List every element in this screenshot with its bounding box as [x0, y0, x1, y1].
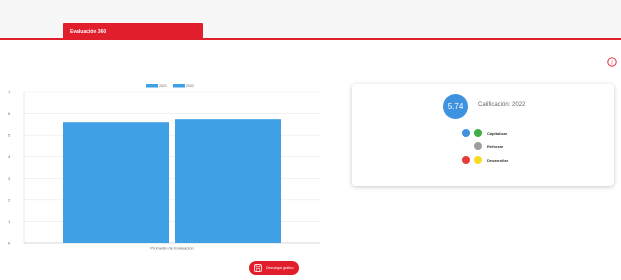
green-dot-icon — [474, 129, 482, 137]
bar-2021 — [63, 122, 169, 243]
y-tick-label: 5 — [8, 133, 11, 138]
gray-dot-icon — [474, 142, 482, 150]
legend-swatch-2022 — [173, 84, 185, 88]
legend-row-capitalizar: Capitalizar — [462, 129, 507, 137]
legend-label-2021: 2021 — [159, 84, 167, 88]
x-tick-label: Promedio de Evaluación — [150, 246, 193, 251]
top-bar: Evaluación 360 — [0, 0, 621, 40]
tab-evaluacion-360[interactable]: Evaluación 360 — [63, 23, 203, 40]
download-button-label: Descargar gráfico — [266, 266, 294, 270]
y-tick-label: 6 — [8, 111, 11, 116]
legend-label-capitalizar: Capitalizar — [487, 130, 508, 136]
info-icon[interactable]: i — [607, 57, 617, 67]
legend-label-desarrollar: Desarrollar — [487, 157, 509, 163]
y-tick-label: 1 — [8, 219, 11, 224]
legend-label-2022: 2022 — [186, 84, 194, 88]
red-dot-icon — [462, 156, 470, 164]
score-card: 5.74 Calificación: 2022 Capitalizar Refo… — [352, 84, 614, 186]
legend-swatch-2021 — [146, 84, 158, 88]
save-icon — [254, 264, 262, 272]
y-tick-label: 7 — [8, 90, 11, 95]
bar-chart: 0 1 2 3 4 5 6 7 Promedio de Evaluación 2021 2022 — [8, 84, 320, 251]
download-chart-button[interactable]: Descargar gráfico — [249, 261, 299, 275]
y-tick-label: 2 — [8, 197, 11, 202]
legend-label-reforzar: Reforzar — [487, 143, 504, 149]
score-caption: Calificación: 2022 — [478, 102, 526, 108]
legend-row-reforzar: Reforzar — [462, 142, 503, 150]
yellow-dot-icon — [474, 156, 482, 164]
bar-2022 — [175, 119, 281, 243]
blue-dot-icon — [462, 129, 470, 137]
y-tick-label: 0 — [8, 241, 11, 246]
svg-text:i: i — [611, 60, 613, 66]
y-tick-label: 3 — [8, 176, 11, 181]
y-tick-label: 4 — [8, 154, 11, 159]
score-badge: 5.74 — [443, 94, 468, 119]
legend-row-desarrollar: Desarrollar — [462, 156, 508, 164]
